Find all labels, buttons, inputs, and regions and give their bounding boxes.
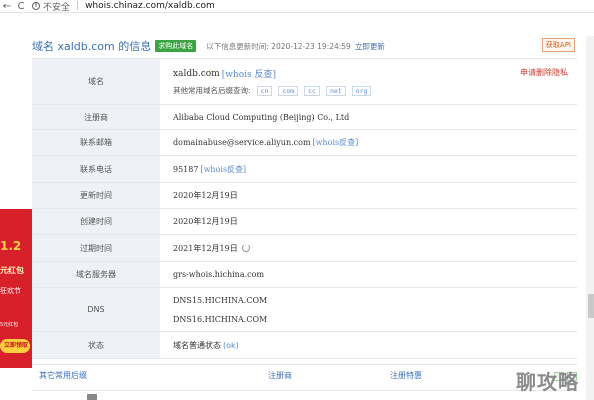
row-label: 过期时间	[32, 235, 160, 261]
dns-value: DNS15.HICHINA.COM	[173, 295, 268, 305]
table-row: DNS DNS15.HICHINA.COM DNS16.HICHINA.COM	[32, 288, 577, 332]
table-row: 状态 域名普通状态 (ok)	[32, 332, 577, 359]
security-label: 不安全	[43, 2, 71, 13]
ad-headline: 1.2	[0, 239, 22, 253]
row-label: 创建时间	[32, 209, 160, 234]
update-now-link[interactable]: 立即更新	[355, 41, 385, 52]
registrar-link[interactable]: 注册商	[268, 370, 292, 381]
expires-value: 2021年12月19日	[173, 243, 238, 253]
email-reverse-link[interactable]: [whois反查]	[313, 137, 359, 148]
table-row: 注册商 Alibaba Cloud Computing (Beijing) Co…	[32, 105, 577, 130]
other-suffix-link[interactable]: 其它常用后缀	[39, 370, 87, 381]
ad-text: 5元红包	[0, 322, 19, 328]
reload-icon[interactable]: C	[14, 0, 28, 13]
suffix-footer: 其它常用后缀 注册商 注册特惠	[32, 364, 577, 386]
ad-claim-button[interactable]: 立即领取	[0, 339, 30, 353]
registrar-value: Alibaba Cloud Computing (Beijing) Co., L…	[173, 112, 350, 122]
right-ad-strip	[588, 294, 594, 318]
table-row: 域名 xaldb.com [whois 反查] 其他常用域名后缀查询: cn c…	[32, 59, 577, 105]
table-row: 域名服务器 grs-whois.hichina.com	[32, 262, 577, 288]
row-label: 更新时间	[32, 183, 160, 208]
table-row: 联系邮箱 domainabuse@service.aliyun.com [who…	[32, 130, 577, 156]
suffix-cc[interactable]: cc	[304, 85, 320, 96]
suffix-net[interactable]: net	[325, 85, 346, 96]
ad-text: 狂欢节	[0, 287, 21, 295]
right-ad-edge	[586, 36, 594, 400]
row-label: 域名服务器	[32, 262, 160, 287]
table-row: 创建时间 2020年12月19日	[32, 209, 577, 235]
row-value: DNS15.HICHINA.COM DNS16.HICHINA.COM	[160, 288, 577, 331]
address-bar: ← C ! 不安全 | whois.chinaz.com/xaldb.com	[0, 0, 594, 13]
url-field[interactable]: whois.chinaz.com/xaldb.com	[85, 1, 215, 11]
table-row: 联系电话 95187 [whois反查]	[32, 156, 577, 183]
divider: |	[76, 1, 80, 11]
warning-icon: !	[32, 2, 40, 10]
next-tag	[87, 394, 97, 400]
privacy-delete-link[interactable]: 申请删除隐私	[520, 67, 568, 78]
back-icon[interactable]: ←	[0, 0, 14, 13]
row-label: 域名	[32, 59, 160, 104]
suffix-cn[interactable]: cn	[256, 85, 273, 96]
row-value: 2021年12月19日	[160, 235, 577, 261]
buy-domain-button[interactable]: 求购此域名	[155, 40, 197, 52]
created-value: 2020年12月19日	[173, 217, 238, 226]
page-title: 域名 xaldb.com 的信息	[32, 40, 152, 53]
table-row: 更新时间 2020年12月19日	[32, 183, 577, 209]
row-value: 域名普通状态 (ok)	[160, 332, 577, 358]
watermark-logo: 聊攻略	[516, 370, 579, 394]
server-value: grs-whois.hichina.com	[173, 270, 265, 279]
table-row: 过期时间 2021年12月19日	[32, 235, 577, 262]
suffix-label: 其他常用域名后缀查询:	[173, 86, 251, 95]
security-indicator[interactable]: ! 不安全	[32, 0, 70, 13]
whois-reverse-link[interactable]: [whois 反查]	[222, 67, 276, 80]
phone-value: 95187	[173, 164, 199, 174]
row-value: xaldb.com [whois 反查] 其他常用域名后缀查询: cn com …	[160, 59, 577, 104]
row-label: 注册商	[32, 105, 160, 129]
register-deal-link[interactable]: 注册特惠	[390, 370, 422, 381]
row-value: domainabuse@service.aliyun.com [whois反查]	[160, 130, 577, 155]
update-time: 以下信息更新时间: 2020-12-23 19:24:59	[206, 41, 351, 51]
email-value: domainabuse@service.aliyun.com	[173, 138, 311, 147]
ad-subtitle: 元红包	[0, 266, 24, 275]
suffix-com[interactable]: com	[278, 85, 299, 96]
api-button[interactable]: 获取API	[541, 38, 575, 52]
left-promo-ad[interactable]: 1.2 元红包 狂欢节 5元红包 立即领取	[0, 209, 32, 368]
row-label: 状态	[32, 332, 160, 358]
domain-header: 域名 xaldb.com 的信息 求购此域名 以下信息更新时间: 2020-12…	[32, 36, 577, 56]
next-row	[32, 390, 577, 400]
updated-value: 2020年12月19日	[173, 191, 238, 200]
status-code-link[interactable]: (ok)	[223, 341, 239, 350]
suffix-org[interactable]: org	[351, 85, 372, 96]
domain-value: xaldb.com	[173, 68, 220, 79]
row-value: 95187 [whois反查]	[160, 156, 577, 182]
phone-reverse-link[interactable]: [whois反查]	[200, 164, 246, 175]
status-value: 域名普通状态	[173, 340, 221, 350]
row-label: DNS	[32, 288, 160, 331]
row-label: 联系电话	[32, 156, 160, 182]
refresh-icon[interactable]	[241, 244, 250, 252]
row-label: 联系邮箱	[32, 130, 160, 155]
dns-value: DNS16.HICHINA.COM	[173, 314, 268, 324]
whois-table: 域名 xaldb.com [whois 反查] 其他常用域名后缀查询: cn c…	[32, 58, 577, 359]
